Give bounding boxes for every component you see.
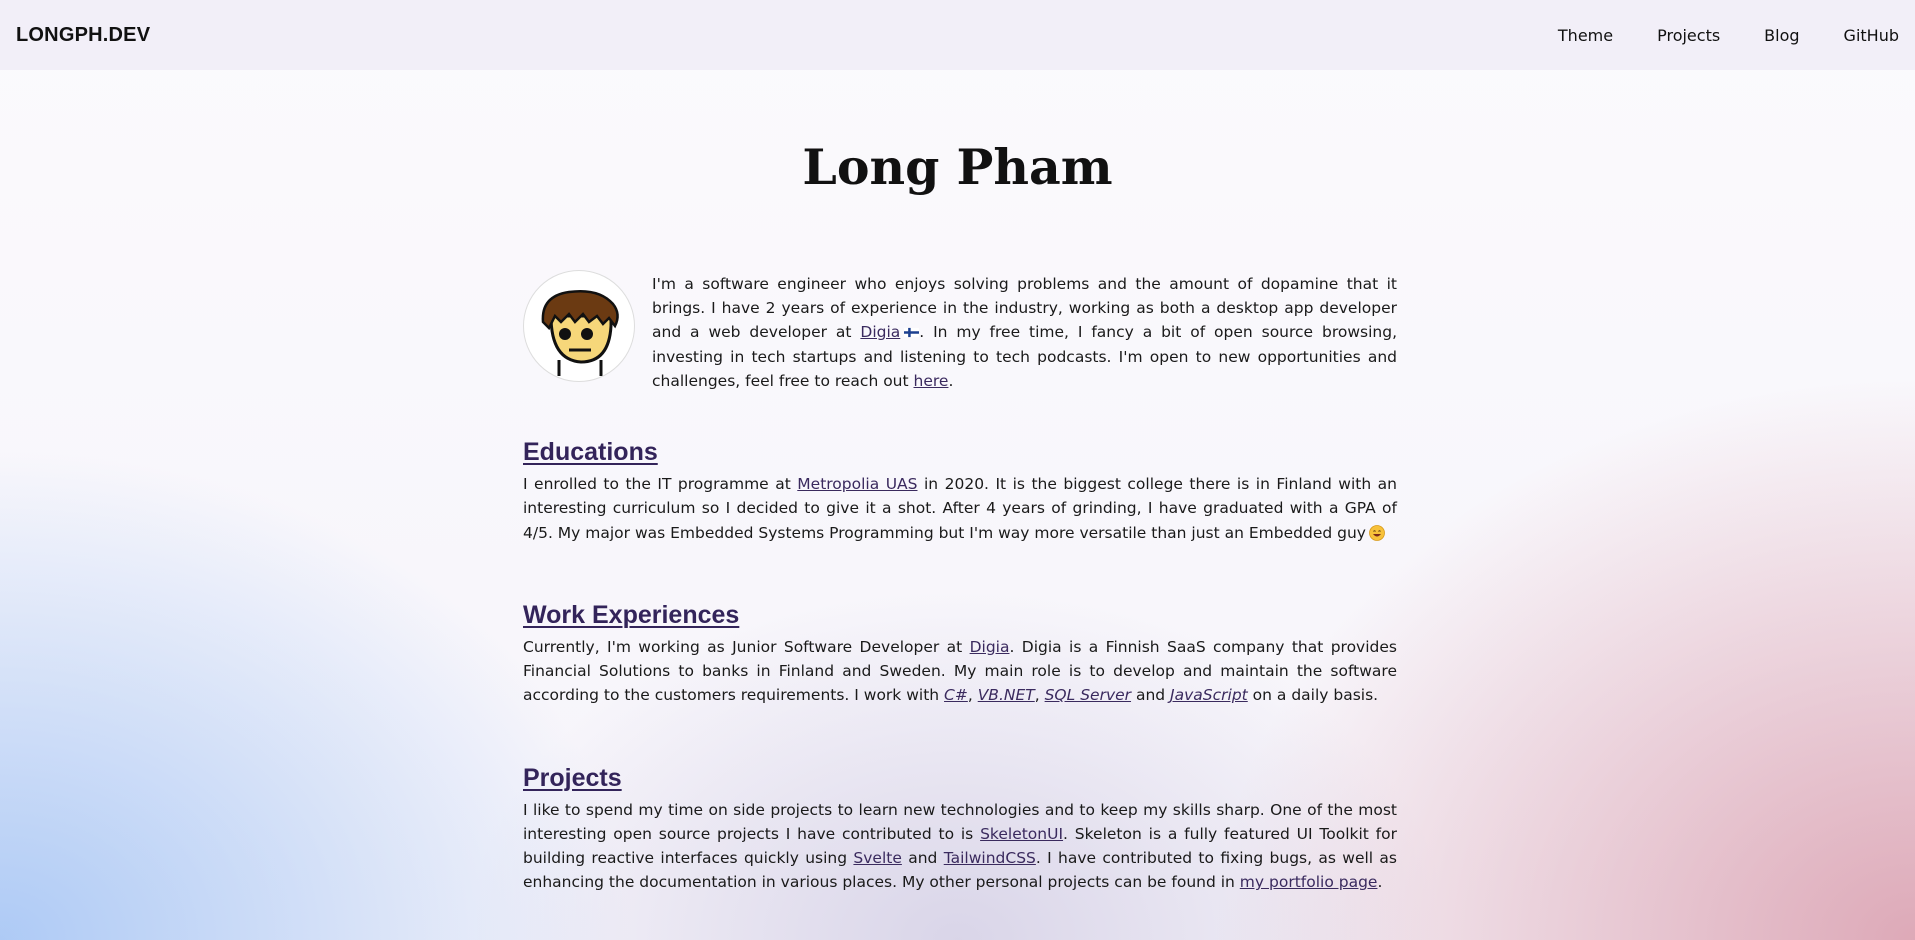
tech-vbnet-link[interactable]: VB.NET	[978, 686, 1035, 704]
nav-github[interactable]: GitHub	[1844, 26, 1899, 45]
nav-theme[interactable]: Theme	[1558, 26, 1613, 45]
finland-flag-icon	[904, 328, 920, 338]
tech-sqlserver-link[interactable]: SQL Server	[1045, 686, 1131, 704]
grinning-face-emoji-icon	[1369, 524, 1385, 541]
projects-text-3: and	[901, 849, 944, 868]
intro-text: I'm a software engineer who enjoys solvi…	[652, 272, 1397, 393]
work-text-3: on a daily basis.	[1247, 686, 1379, 705]
intro-section: I'm a software engineer who enjoys solvi…	[523, 270, 1397, 393]
work-separator: ,	[1034, 686, 1045, 705]
tailwindcss-link[interactable]: TailwindCSS	[944, 849, 1036, 867]
main-content: I'm a software engineer who enjoys solvi…	[523, 270, 1397, 895]
education-text-1: I enrolled to the IT programme at	[523, 475, 798, 494]
site-header: LONGPH.DEV Theme Projects Blog GitHub	[0, 0, 1915, 70]
page-title: Long Pham	[802, 138, 1113, 196]
projects-text: I like to spend my time on side projects…	[523, 798, 1397, 895]
projects-text-5: .	[1377, 873, 1383, 892]
site-brand[interactable]: LONGPH.DEV	[16, 24, 150, 47]
main-nav: Theme Projects Blog GitHub	[1558, 0, 1899, 70]
metropolia-link[interactable]: Metropolia UAS	[797, 475, 917, 493]
nav-projects[interactable]: Projects	[1657, 26, 1720, 45]
portfolio-link[interactable]: my portfolio page	[1240, 873, 1378, 891]
cartoon-avatar-icon	[541, 290, 619, 376]
skeletonui-link[interactable]: SkeletonUI	[980, 825, 1063, 843]
education-text: I enrolled to the IT programme at Metrop…	[523, 472, 1397, 545]
work-text-1: Currently, I'm working as Junior Softwar…	[523, 638, 970, 657]
digia-link[interactable]: Digia	[860, 323, 900, 341]
avatar	[523, 270, 635, 382]
svelte-link[interactable]: Svelte	[853, 849, 901, 867]
work-separator: and	[1131, 686, 1171, 705]
tech-csharp-link[interactable]: C#	[944, 686, 968, 704]
work-section: Work Experiences Currently, I'm working …	[523, 602, 1397, 708]
digia-work-link[interactable]: Digia	[970, 638, 1010, 656]
work-separator: ,	[967, 686, 978, 705]
intro-text-3: .	[948, 371, 954, 390]
education-section: Educations I enrolled to the IT programm…	[523, 439, 1397, 545]
work-heading[interactable]: Work Experiences	[523, 602, 1397, 627]
work-text: Currently, I'm working as Junior Softwar…	[523, 635, 1397, 708]
projects-section: Projects I like to spend my time on side…	[523, 765, 1397, 895]
projects-heading[interactable]: Projects	[523, 765, 1397, 790]
tech-javascript-link[interactable]: JavaScript	[1170, 686, 1248, 704]
nav-blog[interactable]: Blog	[1764, 26, 1799, 45]
education-heading[interactable]: Educations	[523, 439, 1397, 464]
contact-here-link[interactable]: here	[914, 372, 949, 390]
